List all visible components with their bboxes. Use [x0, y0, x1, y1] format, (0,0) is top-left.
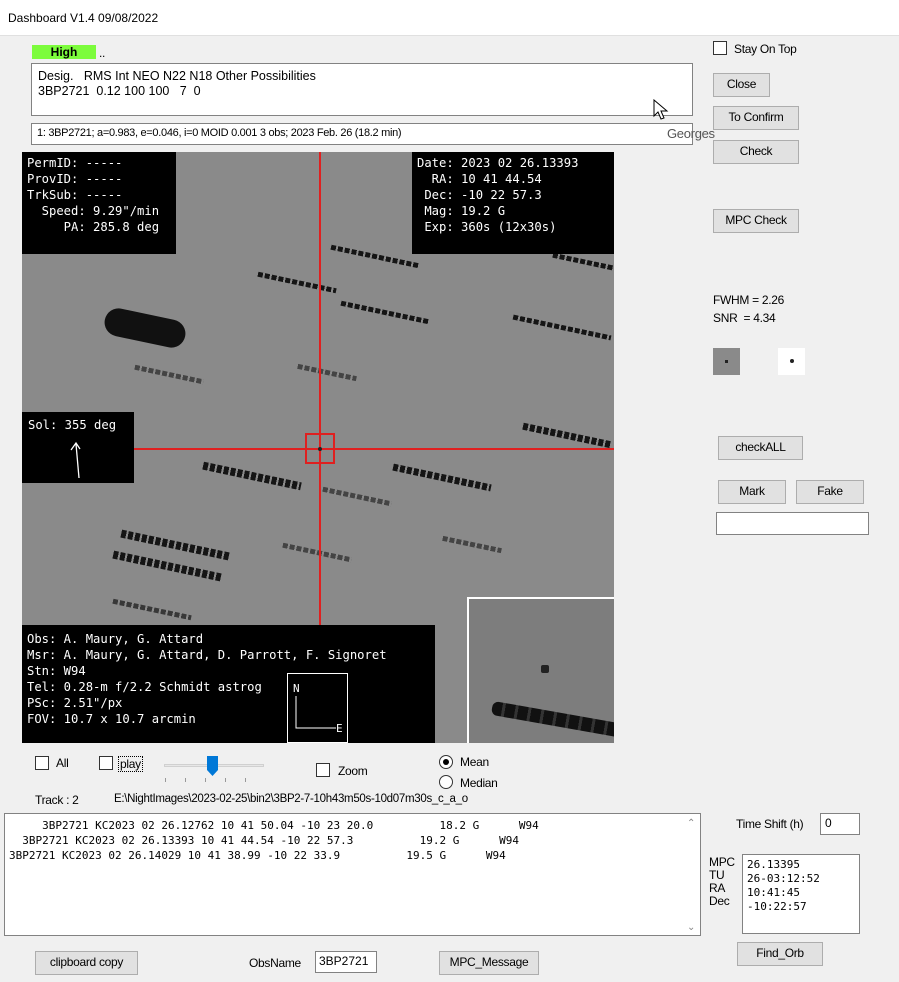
tu-value: 26-03:12:52	[747, 872, 820, 885]
bright-star-streak	[101, 305, 189, 351]
time-shift-input[interactable]: 0	[820, 813, 860, 835]
star-trail	[522, 422, 612, 449]
close-button[interactable]: Close	[713, 73, 770, 97]
fake-button[interactable]: Fake	[796, 480, 864, 504]
scrollbar[interactable]: ⌃ ⌄	[683, 814, 700, 935]
observation-line: 3BP2721 KC2023 02 26.14029 10 41 38.99 -…	[9, 849, 506, 862]
star-trail	[340, 300, 430, 325]
play-label: play	[118, 756, 143, 772]
star-profile-thumbnail	[778, 348, 805, 375]
time-shift-value: 0	[825, 816, 832, 830]
star-trail	[552, 252, 614, 273]
obsname-value: 3BP2721	[319, 954, 369, 968]
priority-dots: ..	[99, 46, 106, 60]
find-orb-button[interactable]: Find_Orb	[737, 942, 823, 966]
track-path: E:\NightImages\2023-02-25\bin2\3BP2-7-10…	[114, 793, 468, 805]
ra-value: 10:41:45	[747, 886, 800, 899]
observers-overlay: Obs: A. Maury, G. Attard Msr: A. Maury, …	[22, 625, 435, 743]
zoom-inset	[467, 597, 614, 743]
speed-slider[interactable]	[160, 756, 266, 782]
orbit-summary-text: 1: 3BP2721; a=0.983, e=0.046, i=0 MOID 0…	[37, 127, 402, 139]
mpc-values-box: 26.13395 26-03:12:52 10:41:45 -10:22:57	[742, 854, 860, 934]
star-trail	[112, 598, 192, 621]
median-radio[interactable]	[439, 775, 453, 789]
star-trail	[257, 271, 337, 294]
mark-button[interactable]: Mark	[718, 480, 786, 504]
check-all-button[interactable]: checkALL	[718, 436, 803, 460]
dec-value: -10:22:57	[747, 900, 807, 913]
star-trail	[442, 535, 502, 554]
sun-direction-arrow-icon	[70, 441, 81, 479]
snr-readout: SNR = 4.34	[713, 311, 776, 325]
observation-line: 3BP2721 KC2023 02 26.12762 10 41 50.04 -…	[9, 819, 539, 832]
star-trail	[392, 463, 492, 492]
mean-label: Mean	[460, 755, 489, 769]
track-label: Track : 2	[35, 793, 79, 807]
mark-input[interactable]	[716, 512, 869, 535]
priority-badge: High	[32, 45, 96, 59]
time-shift-label: Time Shift (h)	[736, 817, 804, 831]
star-trail	[322, 486, 392, 507]
target-box	[305, 433, 335, 464]
mean-radio[interactable]	[439, 755, 453, 769]
star-thumbnail	[713, 348, 740, 375]
scroll-up-icon[interactable]: ⌃	[687, 818, 695, 829]
slider-thumb[interactable]	[207, 756, 218, 776]
zoom-label: Zoom	[338, 764, 368, 778]
clipboard-copy-button[interactable]: clipboard copy	[35, 951, 138, 975]
compass-north-label: N	[293, 682, 300, 695]
obsname-input[interactable]: 3BP2721	[315, 951, 377, 973]
compass: N E	[287, 673, 348, 743]
star-trail	[297, 363, 357, 382]
orbit-summary: 1: 3BP2721; a=0.983, e=0.046, i=0 MOID 0…	[31, 123, 693, 145]
star-trail	[134, 364, 204, 385]
sol-label: Sol: 355 deg	[28, 418, 117, 432]
mpc-value: 26.13395	[747, 858, 800, 871]
check-button[interactable]: Check	[713, 140, 799, 164]
zoom-checkbox[interactable]	[316, 763, 330, 777]
georges-label: Georges	[667, 126, 715, 141]
cursor-icon	[653, 99, 669, 120]
star-trail	[512, 314, 612, 341]
all-label: All	[56, 756, 69, 770]
window-title: Dashboard V1.4 09/08/2022	[8, 11, 159, 25]
scroll-down-icon[interactable]: ⌄	[687, 922, 695, 933]
title-bar: Dashboard V1.4 09/08/2022	[0, 0, 899, 36]
mpc-check-button[interactable]: MPC Check	[713, 209, 799, 233]
all-checkbox[interactable]	[35, 756, 49, 770]
sol-overlay: Sol: 355 deg	[22, 412, 134, 483]
fwhm-readout: FWHM = 2.26	[713, 293, 785, 307]
designation-box[interactable]: Desig. RMS Int NEO N22 N18 Other Possibi…	[31, 63, 693, 116]
observation-line: 3BP2721 KC2023 02 26.13393 10 41 44.54 -…	[9, 834, 519, 847]
observations-textarea[interactable]: 3BP2721 KC2023 02 26.12762 10 41 50.04 -…	[4, 813, 701, 936]
stay-on-top-label: Stay On Top	[734, 42, 797, 56]
star-trail	[330, 244, 420, 269]
stay-on-top-checkbox[interactable]	[713, 41, 727, 55]
coords-overlay: Date: 2023 02 26.13393 RA: 10 41 44.54 D…	[412, 152, 614, 254]
star-trail	[282, 542, 352, 563]
obsname-label: ObsName	[249, 956, 301, 970]
compass-axes-icon	[295, 696, 336, 729]
star-trail	[202, 461, 302, 491]
mpc-message-button[interactable]: MPC_Message	[439, 951, 539, 975]
play-checkbox[interactable]	[99, 756, 113, 770]
to-confirm-button[interactable]: To Confirm	[713, 106, 799, 130]
ids-overlay: PermID: ----- ProvID: ----- TrkSub: ----…	[22, 152, 176, 254]
designation-header: Desig. RMS Int NEO N22 N18 Other Possibi…	[38, 69, 316, 83]
dec-label: Dec	[709, 894, 730, 908]
median-label: Median	[460, 776, 498, 790]
designation-values: 3BP2721 0.12 100 100 7 0	[38, 84, 201, 98]
priority-badge-label: High	[50, 45, 78, 59]
